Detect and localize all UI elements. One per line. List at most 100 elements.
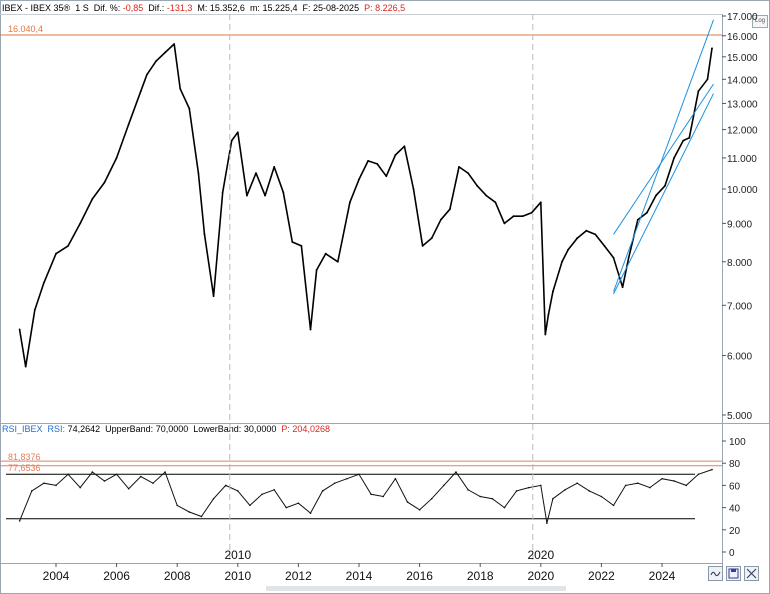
outer-frame [0,0,770,594]
rsi-point [673,480,675,482]
rsi-point [115,473,118,476]
price-y-tick-label: 16.000 [727,32,758,43]
x-tick-label: 2012 [285,569,312,583]
price-point [688,136,691,139]
rsi-point [91,471,94,473]
x-tick-label: 2018 [467,569,494,583]
rsi-point [540,484,542,487]
price-point [485,194,488,197]
era-label: 2010 [224,548,251,562]
rsi-point [321,490,324,492]
price-point [358,178,360,181]
price-point [197,172,200,174]
price-point [673,157,676,159]
price-point [458,166,460,168]
chart-type-button[interactable] [708,566,723,581]
rsi-point [418,509,421,511]
price-point [18,328,21,331]
price-point [561,260,563,263]
price-point [212,295,215,298]
rsi-point [152,482,154,484]
horizontal-scrollbar[interactable] [266,586,566,591]
rsi-point [358,473,360,476]
rsi-point [576,482,578,484]
price-point [682,139,685,142]
x-tick-label: 2006 [103,569,130,583]
price-point [79,222,82,225]
rsi-point [479,495,482,498]
price-y-tick-label: 12.000 [727,126,758,137]
price-point [273,166,276,168]
rsi-point [188,511,191,513]
rsi-point [636,482,639,484]
price-y-tick-label: 17.000 [727,12,758,23]
rsi-point [711,468,713,471]
rsi-point [564,489,566,491]
rsi-point [237,490,239,492]
price-point [155,60,157,63]
rsi-point [224,484,227,487]
price-point [394,154,397,156]
rsi-point [661,477,663,480]
price-point [512,215,515,218]
trend-channel-line [613,93,714,295]
price-point [309,328,312,331]
trend-channel-line [613,19,714,292]
price-point [115,157,118,159]
price-point [412,188,415,190]
rsi-point [382,495,385,498]
rsi-point [164,471,166,473]
price-y-tick-label: 8.000 [727,258,752,269]
rsi-point [515,490,518,492]
price-point [179,87,182,90]
rsi-point [176,504,178,507]
era-label: 2020 [527,548,554,562]
price-point [403,145,406,148]
rsi-point [503,506,506,509]
rsi-point [103,480,106,482]
price-y-tick-label: 14.000 [727,75,758,86]
price-point [576,237,579,240]
price-point [324,252,327,255]
rsi-level-label: 81,8376 [8,452,41,462]
rsi-point [127,487,130,490]
price-point [255,172,257,174]
price-point [421,244,424,247]
x-tick-label: 2004 [43,569,70,583]
rsi-panel: 81,837677,6536 [0,452,722,524]
price-y-tick-label: 10.000 [727,185,758,196]
price-point [449,208,451,211]
price-point [645,211,648,214]
rsi-point [333,482,336,484]
rsi-series-line [19,469,713,524]
x-tick-label: 2024 [649,569,676,583]
rsi-point [406,501,409,503]
price-point [139,90,142,93]
price-point [494,201,497,204]
rsi-point [527,486,530,489]
price-series-line [18,43,713,368]
price-point [612,256,615,259]
price-point [439,218,442,221]
price-y-tick-label: 5.000 [727,411,752,422]
save-button[interactable] [726,566,741,581]
rsi-point [467,489,469,491]
price-point [146,73,148,76]
zoom-icon [746,568,757,579]
resistance-level-label: 16.040,4 [8,24,43,34]
x-tick-label: 2020 [527,569,554,583]
price-point [236,131,239,134]
price-point [230,139,233,142]
rsi-point [285,506,288,509]
price-point [706,78,709,81]
rsi-point [18,520,21,522]
rsi-point [455,471,457,473]
price-point [503,222,506,225]
zoom-button[interactable] [744,566,759,581]
price-point [664,184,666,187]
rsi-point [249,504,251,507]
rsi-y-tick-label: 40 [729,504,741,515]
rsi-point [55,484,57,487]
price-point [336,260,339,263]
rsi-level-label: 77,6536 [8,463,41,473]
